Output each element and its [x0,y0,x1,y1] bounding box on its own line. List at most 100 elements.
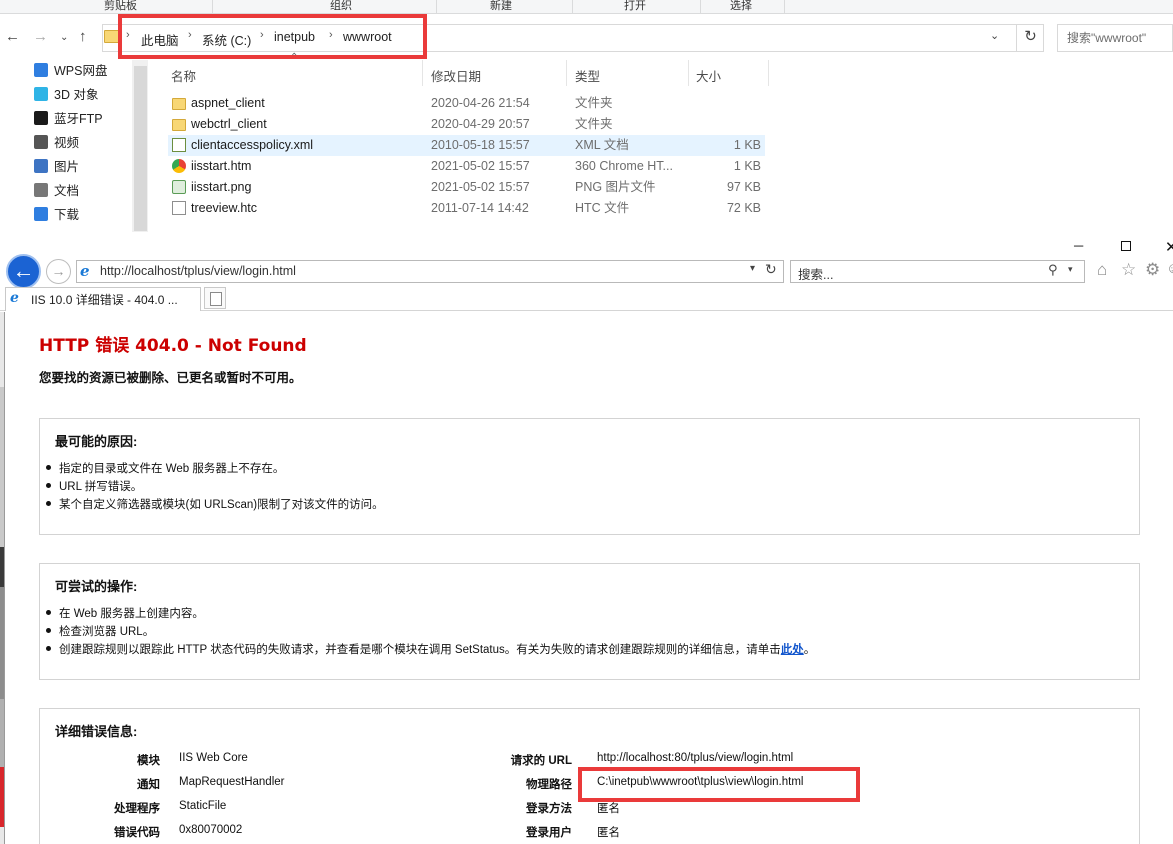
feedback-smiley-icon[interactable]: ☺ [1166,260,1173,277]
file-size: 97 KB [726,180,761,194]
detail-label: 处理程序 [114,803,160,815]
file-modified: 2010-05-18 15:57 [431,138,530,152]
file-modified: 2021-05-02 15:57 [431,180,530,194]
browser-refresh-icon[interactable]: ↻ [765,261,777,278]
causes-card [39,418,1140,535]
ribbon-group-clipboard[interactable]: 剪贴板 [104,0,137,13]
cause-item: 指定的目录或文件在 Web 服务器上不存在。 [46,460,284,476]
detail-value: StaticFile [179,800,227,812]
browser-search-input[interactable] [790,260,1085,283]
error-title: HTTP 错误 404.0 - Not Found [39,336,307,356]
column-header-size[interactable]: 大小 [696,66,721,85]
nav-item[interactable]: WPS网盘 [34,61,107,81]
browser-forward-icon[interactable]: → [46,259,71,284]
nav-item-label: 蓝牙FTP [54,112,103,126]
up-arrow-icon[interactable]: ↑ [79,27,87,47]
file-modified: 2020-04-26 21:54 [431,96,530,110]
cloud-icon [34,63,48,77]
ribbon-group-new[interactable]: 新建 [490,0,512,13]
file-modified: 2020-04-29 20:57 [431,117,530,131]
video-icon [34,135,48,149]
details-title: 详细错误信息: [55,724,138,739]
file-name: aspnet_client [191,96,265,110]
detail-value: IIS Web Core [179,752,248,764]
physical-path-highlight-box [578,767,860,802]
nav-item-label: 视频 [54,136,80,150]
file-row[interactable]: aspnet_client 2020-04-26 21:54 文件夹 [168,93,765,114]
detail-label: 通知 [137,779,160,791]
file-name: iisstart.htm [191,159,252,173]
sort-ascending-icon: ⌃ [290,52,299,63]
file-row[interactable]: clientaccesspolicy.xml 2010-05-18 15:57 XM… [168,135,765,156]
column-header-type[interactable]: 类型 [575,66,600,85]
file-row[interactable]: webctrl_client 2020-04-29 20:57 文件夹 [168,114,765,135]
file-row[interactable]: iisstart.htm 2021-05-02 15:57 360 Chrome H… [168,156,765,177]
file-name: treeview.htc [191,201,258,215]
detail-label: 请求的 URL [510,755,572,767]
browser-tab-title[interactable]: IIS 10.0 详细错误 - 404.0 ... [31,291,178,308]
minimize-icon[interactable]: ─ [1074,238,1083,253]
ribbon-group-organize[interactable]: 组织 [330,0,352,13]
folder-file-icon [172,98,186,110]
close-window-icon[interactable]: ✕ [1165,238,1173,256]
cause-item: URL 拼写错误。 [46,478,142,494]
recent-locations-chevron-icon[interactable]: ⌄ [60,28,68,48]
ribbon-group-select[interactable]: 选择 [730,0,752,13]
maximize-icon[interactable] [1121,241,1131,251]
actions-card [39,563,1140,680]
file-row[interactable]: iisstart.png 2021-05-02 15:57 PNG 图片文件 97 K… [168,177,765,198]
detail-label: 登录方法 [526,803,572,815]
nav-pane-scrollbar-thumb[interactable] [134,66,147,231]
browser-url-text[interactable]: http://localhost/tplus/view/login.html [100,264,296,278]
click-here-link[interactable]: 此处 [781,644,804,656]
explorer-search-input[interactable]: 搜索"wwwroot" [1057,24,1173,52]
picture-icon [34,159,48,173]
forward-arrow-icon[interactable]: → [33,27,48,47]
bluetooth-icon [34,111,48,125]
nav-item-label: 3D 对象 [54,88,99,102]
browser-back-icon[interactable]: ← [6,254,41,289]
nav-item-label: WPS网盘 [54,64,108,78]
file-name: webctrl_client [191,117,267,131]
search-magnifier-icon[interactable]: ⚲ [1048,262,1058,278]
refresh-icon[interactable]: ↻ [1016,24,1044,52]
file-size: 1 KB [733,138,761,152]
home-icon[interactable]: ⌂ [1097,260,1107,280]
file-name: iisstart.png [191,180,252,194]
settings-gear-icon[interactable]: ⚙ [1145,260,1160,280]
png-file-icon [172,180,186,194]
search-provider-dropdown-icon[interactable]: ▾ [1068,264,1073,275]
cube-icon [34,87,48,101]
nav-item[interactable]: 视频 [34,133,79,153]
nav-item-label: 文档 [54,184,80,198]
nav-item[interactable]: 图片 [34,157,79,177]
file-type: 文件夹 [575,117,613,131]
file-size: 72 KB [726,201,761,215]
nav-item[interactable]: 文档 [34,181,79,201]
file-type: PNG 图片文件 [575,180,656,194]
column-header-name[interactable]: 名称 [171,66,196,85]
nav-item[interactable]: 3D 对象 [34,85,98,105]
ribbon-group-open[interactable]: 打开 [624,0,646,13]
back-arrow-icon[interactable]: ← [5,27,20,47]
explorer-ribbon: 剪贴板 组织 新建 打开 选择 [0,0,1173,14]
detail-label: 错误代码 [114,827,160,839]
new-tab-icon[interactable] [204,287,226,309]
detail-label: 模块 [137,755,160,767]
file-size: 1 KB [733,159,761,173]
file-row[interactable]: treeview.htc 2011-07-14 14:42 HTC 文件 72 KB [168,198,765,219]
address-dropdown-icon[interactable]: ⌄ [990,29,999,42]
cause-item: 某个自定义筛选器或模块(如 URLScan)限制了对该文件的访问。 [46,496,384,512]
chrome-file-icon [172,159,186,173]
file-type: XML 文档 [575,138,629,152]
url-dropdown-icon[interactable]: ▾ [750,263,755,274]
xml-file-icon [172,138,186,152]
actions-title: 可尝试的操作: [55,579,138,594]
nav-item[interactable]: 下载 [34,205,79,225]
detail-value: 0x80070002 [179,824,243,836]
column-header-modified[interactable]: 修改日期 [431,66,481,85]
favorites-star-icon[interactable]: ☆ [1121,260,1136,280]
detail-label: 物理路径 [526,779,572,791]
action-item: 创建跟踪规则以跟踪此 HTTP 状态代码的失败请求，并查看是哪个模块在调用 Se… [46,641,815,657]
nav-item[interactable]: 蓝牙FTP [34,109,103,129]
